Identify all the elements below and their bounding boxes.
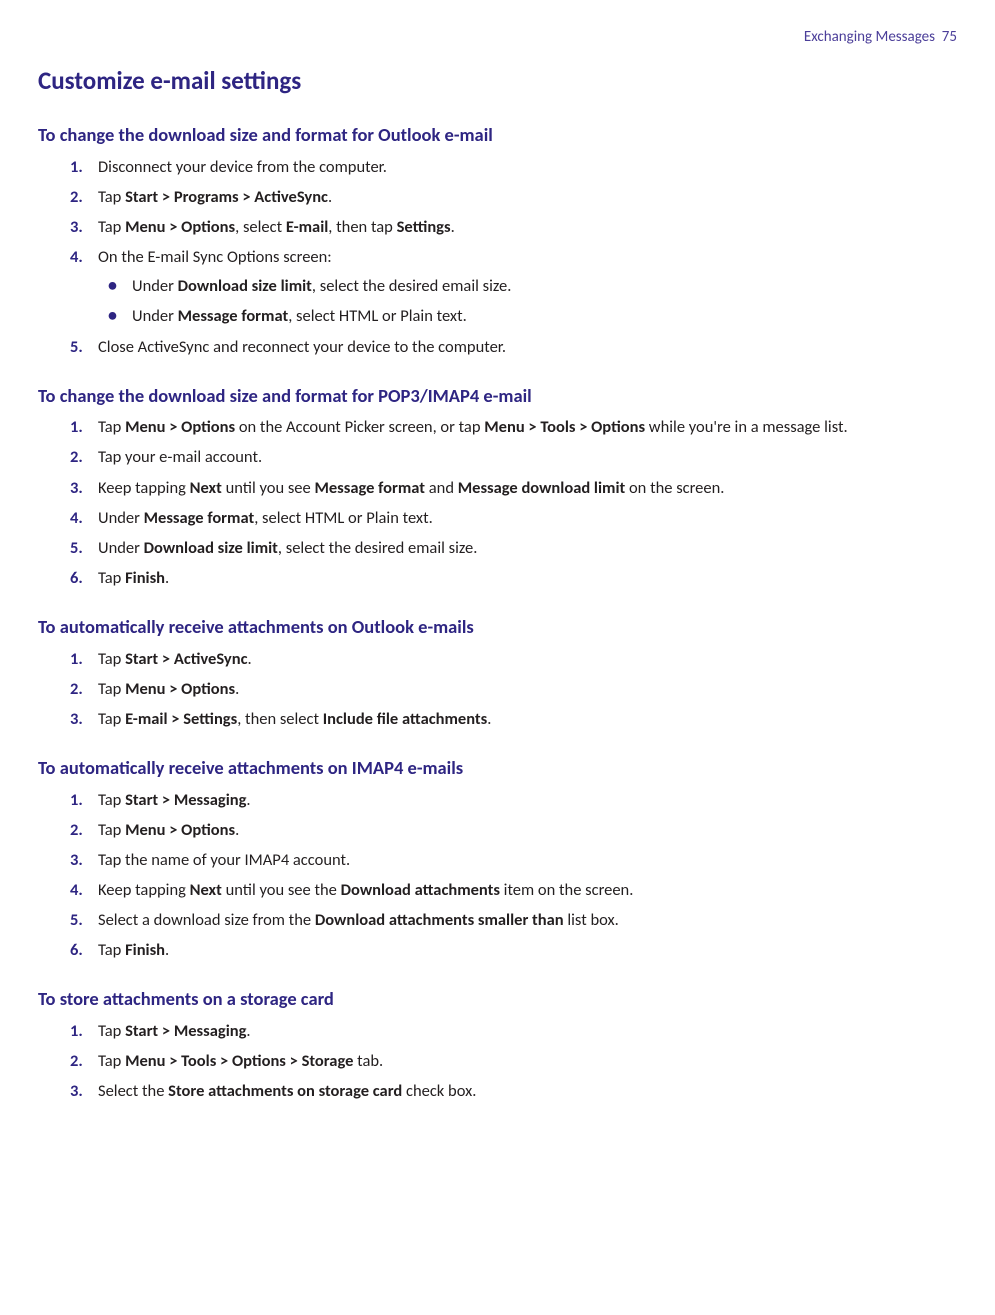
step-item: 2. Tap Menu > Options.	[70, 679, 957, 700]
step-number: 3.	[70, 1081, 83, 1102]
steps-list: 1. Tap Menu > Options on the Account Pick…	[70, 417, 957, 589]
step-item: 6. Tap Finish.	[70, 940, 957, 961]
step-number: 4.	[70, 880, 83, 901]
step-item: 4. Under Message format, select HTML or P…	[70, 508, 957, 529]
step-number: 4.	[70, 247, 83, 268]
step-item: 2. Tap Menu > Options.	[70, 820, 957, 841]
step-number: 5.	[70, 337, 83, 358]
section-heading: To change the download size and format f…	[38, 123, 957, 147]
step-item: 3. Tap the name of your IMAP4 account.	[70, 850, 957, 871]
step-number: 3.	[70, 850, 83, 871]
step-item: 4. Keep tapping Next until you see the Do…	[70, 880, 957, 901]
step-item: 2. Tap Start > Programs > ActiveSync.	[70, 187, 957, 208]
step-item: 2. Tap Menu > Tools > Options > Storage t…	[70, 1051, 957, 1072]
step-text: Under Message format, select HTML or Pla…	[98, 508, 433, 528]
step-item: 3. Tap Menu > Options, select E-mail, the…	[70, 217, 957, 238]
step-text: Tap your e-mail account.	[98, 447, 262, 467]
step-number: 4.	[70, 508, 83, 529]
steps-list: 1. Tap Start > Messaging. 2. Tap Menu > Too…	[70, 1021, 957, 1102]
step-item: 6. Tap Finish.	[70, 568, 957, 589]
step-text: Tap Menu > Options on the Account Picker…	[98, 417, 848, 437]
step-number: 1.	[70, 417, 83, 438]
step-number: 3.	[70, 478, 83, 499]
step-text: Tap Finish.	[98, 568, 169, 588]
step-item: 3. Tap E-mail > Settings, then select Inc…	[70, 709, 957, 730]
step-item: 1. Tap Start > Messaging.	[70, 1021, 957, 1042]
step-number: 2.	[70, 820, 83, 841]
step-text: Tap Menu > Options.	[98, 820, 239, 840]
steps-list: 1. Disconnect your device from the comput…	[70, 157, 957, 358]
step-item: 5. Close ActiveSync and reconnect your de…	[70, 337, 957, 358]
step-text: Select a download size from the Download…	[98, 910, 619, 930]
step-number: 3.	[70, 217, 83, 238]
step-text: Keep tapping Next until you see Message …	[98, 478, 724, 498]
section-heading: To change the download size and format f…	[38, 384, 957, 408]
step-text: Close ActiveSync and reconnect your devi…	[98, 337, 506, 357]
step-number: 1.	[70, 790, 83, 811]
step-text: Tap Start > ActiveSync.	[98, 649, 252, 669]
step-number: 5.	[70, 910, 83, 931]
bullet-list: Under Download size limit, select the de…	[104, 276, 957, 327]
step-text: Tap Menu > Options.	[98, 679, 239, 699]
section-heading: To automatically receive attachments on …	[38, 615, 957, 639]
step-text: Tap the name of your IMAP4 account.	[98, 850, 350, 870]
step-text: Tap Menu > Options, select E-mail, then …	[98, 217, 455, 237]
step-item: 4. On the E-mail Sync Options screen: Unde…	[70, 247, 957, 327]
step-item: 3. Keep tapping Next until you see Messag…	[70, 478, 957, 499]
step-item: 1. Disconnect your device from the comput…	[70, 157, 957, 178]
step-text: On the E-mail Sync Options screen:	[98, 247, 332, 267]
steps-list: 1. Tap Start > Messaging. 2. Tap Menu > Opt…	[70, 790, 957, 962]
step-text: Keep tapping Next until you see the Down…	[98, 880, 633, 900]
step-number: 5.	[70, 538, 83, 559]
step-number: 2.	[70, 679, 83, 700]
section-heading: To automatically receive attachments on …	[38, 756, 957, 780]
step-item: 1. Tap Menu > Options on the Account Pick…	[70, 417, 957, 438]
page-title: Customize e-mail settings	[38, 65, 957, 97]
step-text: Tap Finish.	[98, 940, 169, 960]
step-text: Tap E-mail > Settings, then select Inclu…	[98, 709, 491, 729]
step-number: 1.	[70, 1021, 83, 1042]
step-number: 3.	[70, 709, 83, 730]
step-number: 6.	[70, 568, 83, 589]
step-number: 2.	[70, 1051, 83, 1072]
page-number: 75	[942, 28, 957, 46]
bullet-item: Under Message format, select HTML or Pla…	[104, 306, 957, 327]
step-item: 5. Under Download size limit, select the …	[70, 538, 957, 559]
step-text: Tap Start > Messaging.	[98, 790, 251, 810]
step-text: Tap Start > Programs > ActiveSync.	[98, 187, 332, 207]
bullet-item: Under Download size limit, select the de…	[104, 276, 957, 297]
page-header: Exchanging Messages 75	[38, 28, 957, 47]
step-item: 1. Tap Start > ActiveSync.	[70, 649, 957, 670]
step-item: 1. Tap Start > Messaging.	[70, 790, 957, 811]
step-item: 5. Select a download size from the Downlo…	[70, 910, 957, 931]
step-item: 2. Tap your e-mail account.	[70, 447, 957, 468]
steps-list: 1. Tap Start > ActiveSync. 2. Tap Menu > Op…	[70, 649, 957, 730]
section-heading: To store attachments on a storage card	[38, 987, 957, 1011]
step-number: 2.	[70, 447, 83, 468]
step-number: 1.	[70, 157, 83, 178]
step-text: Select the Store attachments on storage …	[98, 1081, 476, 1101]
chapter-title: Exchanging Messages	[804, 28, 935, 46]
step-number: 6.	[70, 940, 83, 961]
step-number: 1.	[70, 649, 83, 670]
step-item: 3. Select the Store attachments on storag…	[70, 1081, 957, 1102]
step-text: Tap Menu > Tools > Options > Storage tab…	[98, 1051, 383, 1071]
step-text: Tap Start > Messaging.	[98, 1021, 251, 1041]
step-text: Under Download size limit, select the de…	[98, 538, 477, 558]
step-text: Disconnect your device from the computer…	[98, 157, 387, 177]
step-number: 2.	[70, 187, 83, 208]
